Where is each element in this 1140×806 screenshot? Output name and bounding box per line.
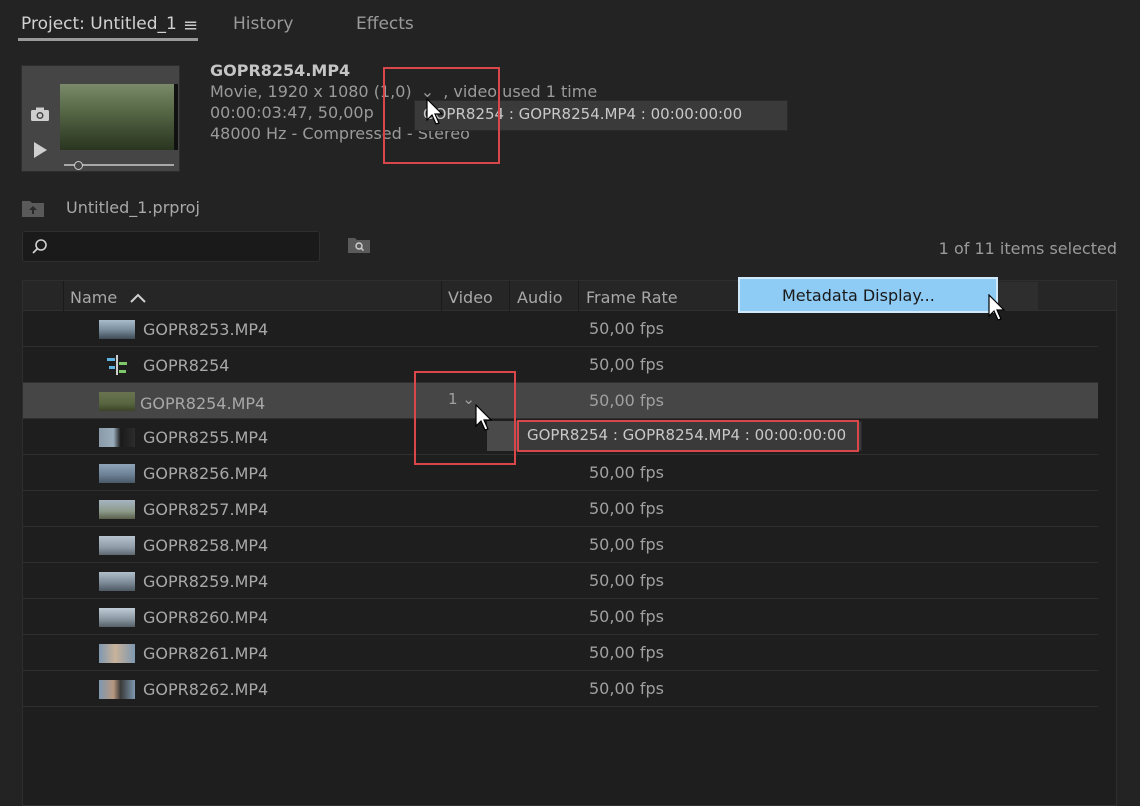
- row-frame-rate: 50,00 fps: [589, 355, 665, 374]
- search-icon: [32, 239, 47, 254]
- clip-preview: [21, 65, 180, 172]
- row-name: GOPR8260.MP4: [143, 608, 269, 627]
- table-row[interactable]: GOPR8254 50,00 fps: [23, 347, 1098, 383]
- preview-thumbnail: [60, 84, 178, 150]
- parent-folder-icon[interactable]: [21, 198, 45, 218]
- table-row[interactable]: GOPR8257.MP4 50,00 fps: [23, 491, 1098, 527]
- column-header-video[interactable]: Video: [448, 288, 493, 307]
- clip-thumbnail: [99, 428, 135, 447]
- row-frame-rate: 50,00 fps: [589, 535, 665, 554]
- row-frame-rate: 50,00 fps: [589, 319, 665, 338]
- row-name: GOPR8258.MP4: [143, 536, 269, 555]
- find-bin-icon[interactable]: [347, 236, 371, 254]
- project-items-table: Name Video Audio Frame Rate GOPR8253.MP4…: [22, 280, 1117, 806]
- mouse-cursor-icon: [988, 294, 1006, 321]
- mouse-cursor-icon: [426, 98, 444, 125]
- tab-history[interactable]: History: [233, 14, 293, 34]
- row-name: GOPR8253.MP4: [143, 320, 269, 339]
- clip-thumbnail: [99, 464, 135, 483]
- row-frame-rate: 50,00 fps: [589, 679, 665, 698]
- table-row[interactable]: GOPR8253.MP4 50,00 fps: [23, 311, 1098, 347]
- row-name: GOPR8262.MP4: [143, 680, 269, 699]
- table-row[interactable]: GOPR8261.MP4 50,00 fps: [23, 635, 1098, 671]
- table-row[interactable]: GOPR8260.MP4 50,00 fps: [23, 599, 1098, 635]
- sort-ascending-icon[interactable]: [130, 293, 146, 303]
- row-frame-rate: 50,00 fps: [589, 463, 665, 482]
- clip-thumbnail: [99, 320, 135, 339]
- selection-count: 1 of 11 items selected: [938, 239, 1117, 258]
- table-row[interactable]: GOPR8258.MP4 50,00 fps: [23, 527, 1098, 563]
- column-separator: [441, 281, 442, 311]
- scrubber-handle[interactable]: [74, 161, 83, 170]
- table-row[interactable]: GOPR8254.MP4 1 ⌄ 50,00 fps: [23, 383, 1098, 419]
- bin-path: Untitled_1.prproj: [66, 198, 200, 217]
- table-row[interactable]: GOPR8256.MP4 50,00 fps: [23, 455, 1098, 491]
- column-separator: [578, 281, 579, 311]
- tab-effects[interactable]: Effects: [356, 14, 414, 34]
- row-frame-rate: 50,00 fps: [589, 607, 665, 626]
- table-row[interactable]: GOPR8262.MP4 50,00 fps: [23, 671, 1098, 707]
- column-header-audio[interactable]: Audio: [517, 288, 562, 307]
- column-separator: [63, 281, 64, 311]
- panel-tab-bar: Project: Untitled_1 ≡ History Effects: [0, 0, 1140, 46]
- clip-info-resolution: Movie, 1920 x 1080 (1,0): [210, 82, 412, 101]
- row-frame-rate: 50,00 fps: [589, 499, 665, 518]
- clip-thumbnail: [99, 680, 135, 699]
- clip-thumbnail: [99, 500, 135, 519]
- camera-icon[interactable]: [30, 106, 50, 122]
- tab-project[interactable]: Project: Untitled_1: [21, 14, 177, 34]
- menu-item-metadata-display[interactable]: Metadata Display...: [782, 286, 935, 305]
- hamburger-menu-icon[interactable]: ≡: [183, 15, 198, 36]
- clip-thumbnail: [99, 536, 135, 555]
- row-frame-rate: 50,00 fps: [589, 643, 665, 662]
- table-row[interactable]: GOPR8259.MP4 50,00 fps: [23, 563, 1098, 599]
- context-menu[interactable]: Metadata Display...: [738, 277, 998, 313]
- clip-thumbnail: [99, 572, 135, 591]
- row-name: GOPR8255.MP4: [143, 428, 269, 447]
- search-input[interactable]: [22, 231, 320, 262]
- play-icon[interactable]: [34, 142, 47, 158]
- row-name: GOPR8261.MP4: [143, 644, 269, 663]
- column-separator: [509, 281, 510, 311]
- sequence-icon: [107, 355, 127, 375]
- highlight-box-video: [414, 371, 516, 465]
- row-name: GOPR8257.MP4: [143, 500, 269, 519]
- column-header-frame-rate[interactable]: Frame Rate: [586, 288, 678, 307]
- row-name: GOPR8256.MP4: [143, 464, 269, 483]
- row-name: GOPR8254.MP4: [140, 394, 266, 413]
- row-name: GOPR8259.MP4: [143, 572, 269, 591]
- clip-thumbnail: [99, 392, 135, 411]
- clip-thumbnail: [99, 644, 135, 663]
- column-header-name[interactable]: Name: [70, 288, 117, 307]
- active-tab-underline: [18, 38, 198, 41]
- clip-thumbnail: [99, 608, 135, 627]
- row-name: GOPR8254: [143, 356, 230, 375]
- mouse-cursor-icon: [475, 404, 493, 431]
- highlight-box-tooltip: [517, 420, 859, 452]
- row-frame-rate: 50,00 fps: [589, 391, 665, 410]
- row-frame-rate: 50,00 fps: [589, 571, 665, 590]
